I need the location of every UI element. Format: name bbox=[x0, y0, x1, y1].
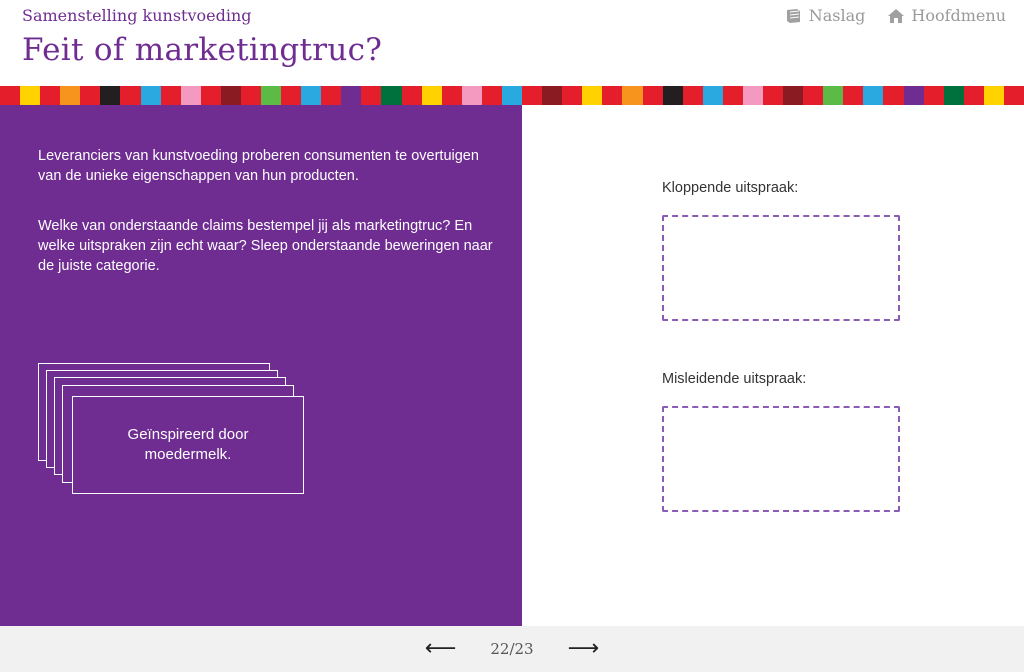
stripe-segment bbox=[843, 86, 864, 105]
hoofdmenu-button[interactable]: Hoofdmenu bbox=[887, 6, 1006, 25]
misleading-label: Misleidende uitspraak: bbox=[662, 371, 807, 387]
stripe-segment bbox=[321, 86, 342, 105]
stripe-segment bbox=[421, 86, 442, 105]
stripe-segment bbox=[742, 86, 763, 105]
next-arrow-icon[interactable]: ⟶ bbox=[568, 626, 600, 672]
intro-text: Leveranciers van kunstvoeding proberen c… bbox=[38, 148, 479, 184]
stripe-segment bbox=[140, 86, 161, 105]
stripe-segment bbox=[943, 86, 964, 105]
question-text: Welke van onderstaande claims bestempel … bbox=[38, 218, 493, 274]
stripe-segment bbox=[401, 86, 422, 105]
misleading-dropzone[interactable] bbox=[662, 406, 900, 512]
stripe-segment bbox=[923, 86, 944, 105]
top-navigation: Naslag Hoofdmenu bbox=[785, 6, 1006, 25]
stripe-segment bbox=[783, 86, 804, 105]
stripe-segment bbox=[461, 86, 482, 105]
stripe-segment bbox=[481, 86, 502, 105]
stripe-segment bbox=[501, 86, 523, 105]
stripe-segment bbox=[301, 86, 322, 105]
stripe-segment bbox=[60, 86, 81, 105]
stripe-segment bbox=[963, 86, 984, 105]
naslag-label: Naslag bbox=[808, 6, 866, 25]
stripe-segment bbox=[562, 86, 583, 105]
stripe-segment bbox=[160, 86, 181, 105]
draggable-claim-card[interactable]: Geïnspireerd door moedermelk. bbox=[72, 396, 304, 494]
module-subtitle: Samenstelling kunstvoeding bbox=[22, 6, 252, 25]
stripe-segment bbox=[702, 86, 723, 105]
stripe-segment bbox=[762, 86, 784, 105]
stripe-segment bbox=[582, 86, 603, 105]
stripe-segment bbox=[220, 86, 241, 105]
stripe-segment bbox=[261, 86, 282, 105]
stripe-segment bbox=[40, 86, 61, 105]
home-icon bbox=[888, 8, 905, 23]
previous-arrow-icon[interactable]: ⟵ bbox=[425, 626, 457, 672]
stripe-segment bbox=[381, 86, 402, 105]
stripe-segment bbox=[662, 86, 683, 105]
stripe-segment bbox=[200, 86, 221, 105]
stripe-segment bbox=[542, 86, 563, 105]
pager: ⟵ 22/23 ⟶ bbox=[0, 626, 1024, 672]
stripe-segment bbox=[240, 86, 262, 105]
hoofdmenu-label: Hoofdmenu bbox=[911, 6, 1006, 25]
header: Samenstelling kunstvoeding Feit of marke… bbox=[0, 0, 1024, 86]
correct-label: Kloppende uitspraak: bbox=[662, 180, 799, 196]
stripe-segment bbox=[20, 86, 41, 105]
stripe-segment bbox=[682, 86, 703, 105]
claim-card-text: Geïnspireerd door moedermelk. bbox=[127, 426, 249, 463]
stripe-segment bbox=[180, 86, 201, 105]
stripe-segment bbox=[80, 86, 101, 105]
stripe-segment bbox=[622, 86, 643, 105]
stripe-segment bbox=[642, 86, 663, 105]
stripe-segment bbox=[120, 86, 141, 105]
stripe-segment bbox=[983, 86, 1004, 105]
stripe-segment bbox=[823, 86, 844, 105]
correct-dropzone[interactable] bbox=[662, 215, 900, 321]
stripe-segment bbox=[361, 86, 382, 105]
page-counter: 22/23 bbox=[490, 640, 534, 658]
stripe-segment bbox=[522, 86, 543, 105]
stripe-segment bbox=[281, 86, 302, 105]
page-title: Feit of marketingtruc? bbox=[22, 32, 383, 68]
color-stripe bbox=[0, 86, 1024, 105]
stripe-segment bbox=[1003, 86, 1024, 105]
book-icon bbox=[786, 8, 800, 23]
stripe-segment bbox=[903, 86, 924, 105]
stripe-segment bbox=[722, 86, 743, 105]
stripe-segment bbox=[602, 86, 623, 105]
stripe-segment bbox=[803, 86, 824, 105]
naslag-button[interactable]: Naslag bbox=[785, 6, 866, 25]
stripe-segment bbox=[883, 86, 904, 105]
stripe-segment bbox=[100, 86, 121, 105]
stripe-segment bbox=[863, 86, 884, 105]
stripe-segment bbox=[441, 86, 462, 105]
stripe-segment bbox=[0, 86, 21, 105]
stripe-segment bbox=[341, 86, 362, 105]
